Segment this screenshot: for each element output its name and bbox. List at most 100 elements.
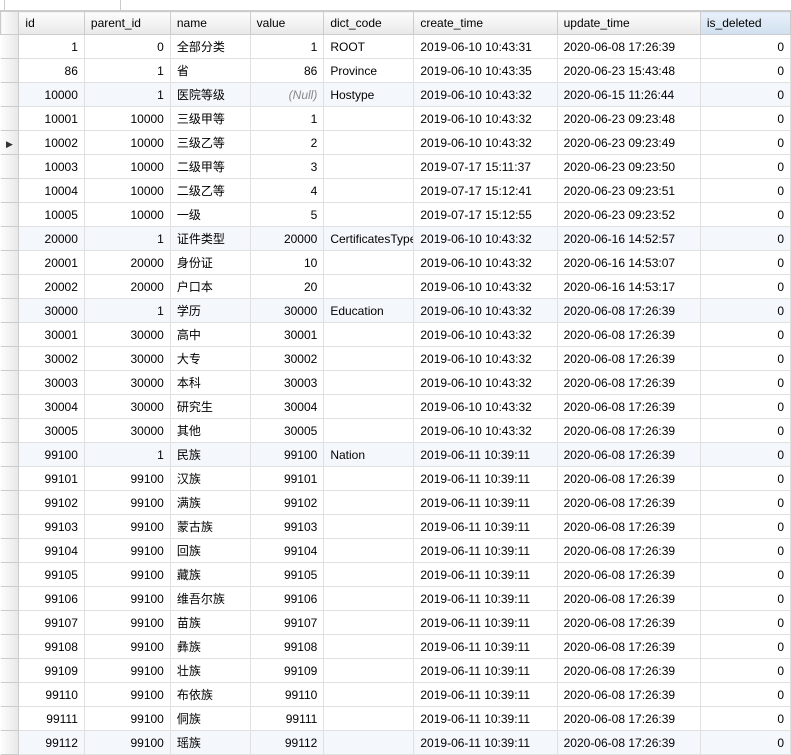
cell-is-deleted[interactable]: 0 bbox=[700, 347, 790, 371]
row-indicator-cell[interactable] bbox=[1, 299, 19, 323]
cell-dict-code[interactable] bbox=[324, 155, 414, 179]
cell-update-time[interactable]: 2020-06-08 17:26:39 bbox=[557, 539, 700, 563]
cell-id[interactable]: 30002 bbox=[19, 347, 84, 371]
column-header-dict-code[interactable]: dict_code bbox=[324, 12, 414, 35]
cell-id[interactable]: 20001 bbox=[19, 251, 84, 275]
table-row[interactable]: 200001证件类型20000CertificatesType2019-06-1… bbox=[1, 227, 791, 251]
cell-id[interactable]: 30001 bbox=[19, 323, 84, 347]
row-indicator-cell[interactable] bbox=[1, 107, 19, 131]
cell-id[interactable]: 86 bbox=[19, 59, 84, 83]
row-indicator-cell[interactable] bbox=[1, 323, 19, 347]
cell-name[interactable]: 苗族 bbox=[170, 611, 250, 635]
cell-value[interactable]: 99104 bbox=[250, 539, 324, 563]
cell-create-time[interactable]: 2019-06-11 10:39:11 bbox=[414, 707, 557, 731]
cell-value[interactable]: 30004 bbox=[250, 395, 324, 419]
cell-update-time[interactable]: 2020-06-23 09:23:48 bbox=[557, 107, 700, 131]
cell-update-time[interactable]: 2020-06-08 17:26:39 bbox=[557, 515, 700, 539]
cell-name[interactable]: 本科 bbox=[170, 371, 250, 395]
cell-name[interactable]: 满族 bbox=[170, 491, 250, 515]
tab-fragment-1[interactable] bbox=[4, 0, 56, 11]
cell-is-deleted[interactable]: 0 bbox=[700, 731, 790, 755]
cell-name[interactable]: 省 bbox=[170, 59, 250, 83]
row-indicator-cell[interactable] bbox=[1, 659, 19, 683]
row-indicator-cell[interactable] bbox=[1, 707, 19, 731]
cell-dict-code[interactable] bbox=[324, 539, 414, 563]
cell-create-time[interactable]: 2019-06-11 10:39:11 bbox=[414, 635, 557, 659]
cell-dict-code[interactable] bbox=[324, 731, 414, 755]
cell-id[interactable]: 99105 bbox=[19, 563, 84, 587]
cell-update-time[interactable]: 2020-06-08 17:26:39 bbox=[557, 419, 700, 443]
cell-is-deleted[interactable]: 0 bbox=[700, 563, 790, 587]
table-row[interactable]: 1000510000一级52019-07-17 15:12:552020-06-… bbox=[1, 203, 791, 227]
cell-parent-id[interactable]: 30000 bbox=[84, 347, 170, 371]
cell-is-deleted[interactable]: 0 bbox=[700, 299, 790, 323]
cell-create-time[interactable]: 2019-06-10 10:43:32 bbox=[414, 275, 557, 299]
cell-create-time[interactable]: 2019-06-11 10:39:11 bbox=[414, 539, 557, 563]
cell-dict-code[interactable] bbox=[324, 179, 414, 203]
cell-value[interactable]: 99107 bbox=[250, 611, 324, 635]
table-row[interactable]: 3000230000大专300022019-06-10 10:43:322020… bbox=[1, 347, 791, 371]
cell-create-time[interactable]: 2019-06-10 10:43:32 bbox=[414, 131, 557, 155]
cell-value[interactable]: 99105 bbox=[250, 563, 324, 587]
cell-update-time[interactable]: 2020-06-08 17:26:39 bbox=[557, 683, 700, 707]
cell-is-deleted[interactable]: 0 bbox=[700, 611, 790, 635]
row-indicator-cell[interactable] bbox=[1, 635, 19, 659]
row-indicator-cell[interactable] bbox=[1, 395, 19, 419]
cell-update-time[interactable]: 2020-06-23 09:23:52 bbox=[557, 203, 700, 227]
cell-parent-id[interactable]: 30000 bbox=[84, 419, 170, 443]
cell-value[interactable]: 86 bbox=[250, 59, 324, 83]
cell-name[interactable]: 维吾尔族 bbox=[170, 587, 250, 611]
cell-update-time[interactable]: 2020-06-23 09:23:49 bbox=[557, 131, 700, 155]
cell-dict-code[interactable]: Province bbox=[324, 59, 414, 83]
cell-create-time[interactable]: 2019-06-10 10:43:32 bbox=[414, 83, 557, 107]
row-indicator-cell[interactable] bbox=[1, 683, 19, 707]
cell-update-time[interactable]: 2020-06-08 17:26:39 bbox=[557, 563, 700, 587]
cell-create-time[interactable]: 2019-06-10 10:43:32 bbox=[414, 371, 557, 395]
cell-is-deleted[interactable]: 0 bbox=[700, 59, 790, 83]
cell-id[interactable]: 1 bbox=[19, 35, 84, 59]
row-indicator-cell[interactable] bbox=[1, 179, 19, 203]
cell-update-time[interactable]: 2020-06-08 17:26:39 bbox=[557, 587, 700, 611]
cell-value[interactable]: 99102 bbox=[250, 491, 324, 515]
cell-parent-id[interactable]: 99100 bbox=[84, 515, 170, 539]
table-row[interactable]: 9910999100壮族991092019-06-11 10:39:112020… bbox=[1, 659, 791, 683]
cell-name[interactable]: 学历 bbox=[170, 299, 250, 323]
table-row[interactable]: 1000410000二级乙等42019-07-17 15:12:412020-0… bbox=[1, 179, 791, 203]
cell-value[interactable]: 2 bbox=[250, 131, 324, 155]
cell-update-time[interactable]: 2020-06-08 17:26:39 bbox=[557, 491, 700, 515]
table-row[interactable]: 3000530000其他300052019-06-10 10:43:322020… bbox=[1, 419, 791, 443]
cell-parent-id[interactable]: 1 bbox=[84, 443, 170, 467]
cell-parent-id[interactable]: 99100 bbox=[84, 587, 170, 611]
cell-dict-code[interactable] bbox=[324, 491, 414, 515]
cell-value[interactable]: 99101 bbox=[250, 467, 324, 491]
cell-dict-code[interactable]: CertificatesType bbox=[324, 227, 414, 251]
cell-name[interactable]: 全部分类 bbox=[170, 35, 250, 59]
table-row[interactable]: 9910499100回族991042019-06-11 10:39:112020… bbox=[1, 539, 791, 563]
cell-value[interactable]: 3 bbox=[250, 155, 324, 179]
row-indicator-cell[interactable] bbox=[1, 371, 19, 395]
cell-id[interactable]: 99106 bbox=[19, 587, 84, 611]
table-row[interactable]: 300001学历30000Education2019-06-10 10:43:3… bbox=[1, 299, 791, 323]
cell-is-deleted[interactable]: 0 bbox=[700, 515, 790, 539]
cell-is-deleted[interactable]: 0 bbox=[700, 251, 790, 275]
cell-id[interactable]: 99111 bbox=[19, 707, 84, 731]
table-row[interactable]: 3000330000本科300032019-06-10 10:43:322020… bbox=[1, 371, 791, 395]
cell-parent-id[interactable]: 10000 bbox=[84, 107, 170, 131]
cell-id[interactable]: 99100 bbox=[19, 443, 84, 467]
cell-is-deleted[interactable]: 0 bbox=[700, 659, 790, 683]
cell-update-time[interactable]: 2020-06-08 17:26:39 bbox=[557, 443, 700, 467]
cell-update-time[interactable]: 2020-06-08 17:26:39 bbox=[557, 611, 700, 635]
row-indicator-header[interactable] bbox=[1, 12, 19, 35]
cell-value[interactable]: 1 bbox=[250, 107, 324, 131]
cell-update-time[interactable]: 2020-06-08 17:26:39 bbox=[557, 323, 700, 347]
cell-value[interactable]: 4 bbox=[250, 179, 324, 203]
cell-dict-code[interactable]: ROOT bbox=[324, 35, 414, 59]
cell-parent-id[interactable]: 1 bbox=[84, 299, 170, 323]
cell-create-time[interactable]: 2019-06-11 10:39:11 bbox=[414, 659, 557, 683]
table-row[interactable]: 9910399100蒙古族991032019-06-11 10:39:11202… bbox=[1, 515, 791, 539]
cell-dict-code[interactable]: Hostype bbox=[324, 83, 414, 107]
cell-is-deleted[interactable]: 0 bbox=[700, 539, 790, 563]
cell-create-time[interactable]: 2019-06-10 10:43:32 bbox=[414, 107, 557, 131]
cell-name[interactable]: 民族 bbox=[170, 443, 250, 467]
cell-name[interactable]: 高中 bbox=[170, 323, 250, 347]
